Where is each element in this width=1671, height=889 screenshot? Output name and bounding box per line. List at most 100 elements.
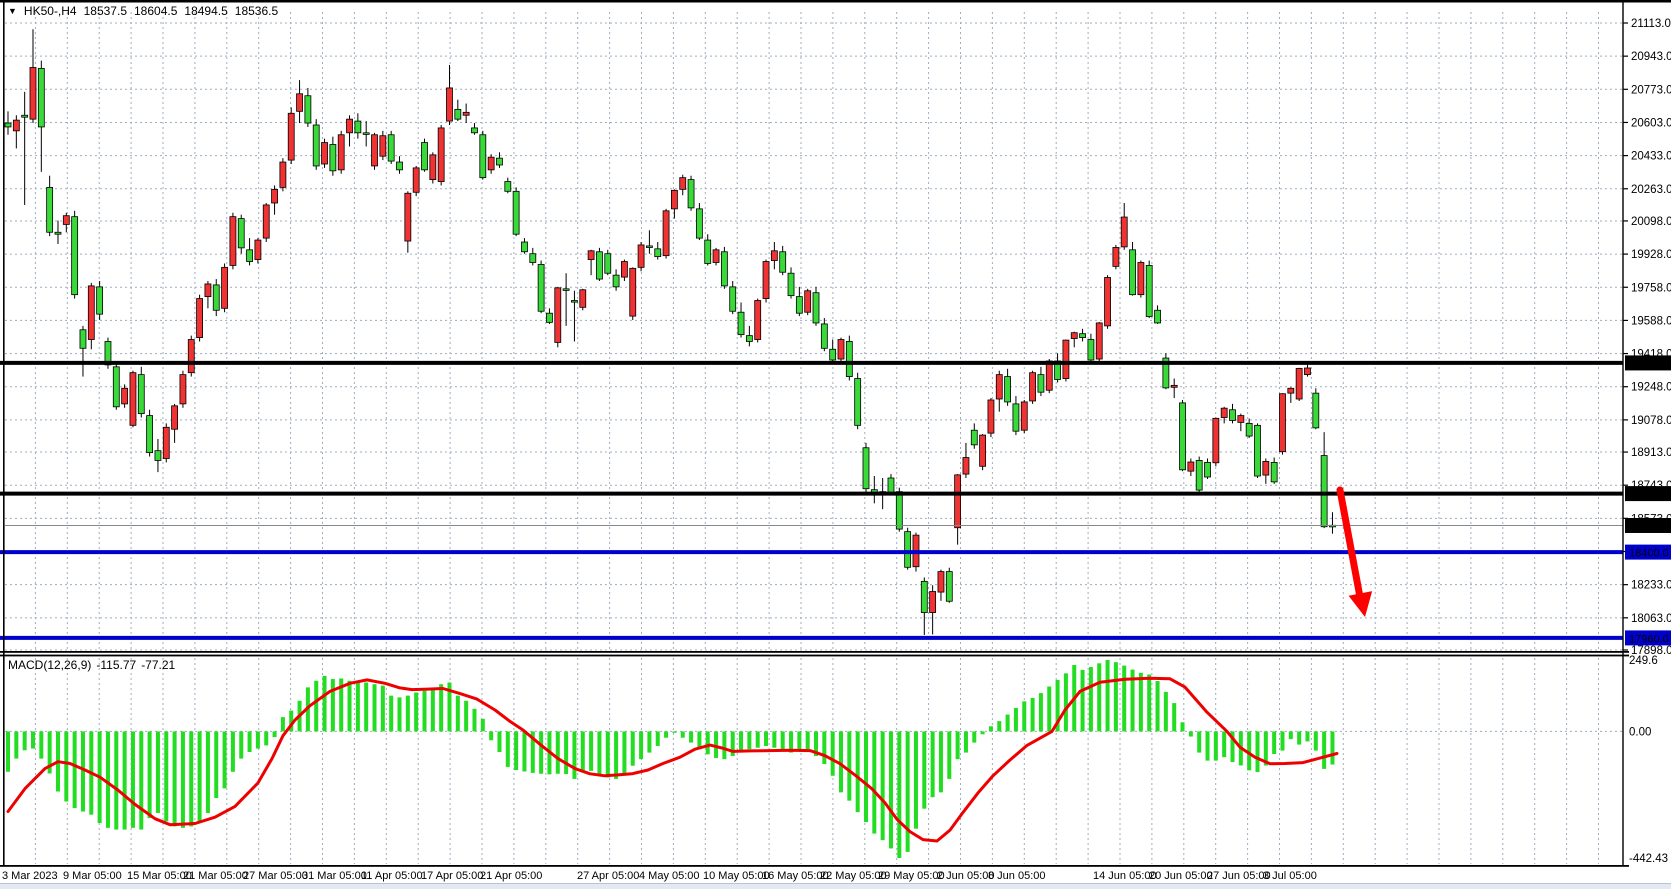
macd-bar bbox=[781, 731, 785, 749]
price-tick-label: 18063.0 bbox=[1631, 613, 1671, 625]
macd-bar bbox=[1081, 670, 1085, 732]
candle-bull bbox=[1188, 462, 1194, 471]
macd-bar bbox=[664, 731, 668, 737]
macd-bar bbox=[572, 731, 576, 778]
candle-bull bbox=[1105, 278, 1111, 326]
candle-bull bbox=[255, 240, 261, 260]
macd-bar bbox=[164, 731, 168, 821]
macd-bar bbox=[348, 681, 352, 732]
price-badge-label: 18400.0 bbox=[1629, 548, 1669, 560]
ohlc-close: 18536.5 bbox=[235, 4, 278, 18]
macd-value: -115.77 bbox=[96, 658, 136, 672]
macd-bar bbox=[214, 731, 218, 798]
candle-bear bbox=[471, 128, 477, 133]
macd-bar bbox=[331, 679, 335, 731]
macd-bar bbox=[514, 731, 518, 770]
candle-bull bbox=[13, 120, 19, 131]
candle-bear bbox=[646, 246, 652, 248]
macd-bar bbox=[964, 731, 968, 752]
candle-bull bbox=[588, 251, 594, 260]
macd-bar bbox=[406, 696, 410, 732]
macd-bar bbox=[106, 731, 110, 827]
macd-bar bbox=[139, 731, 143, 829]
date-label: 27 Jun 05:00 bbox=[1207, 870, 1271, 882]
price-tick-label: 21113.0 bbox=[1631, 18, 1671, 30]
candle-bear bbox=[1230, 410, 1236, 421]
candle-bull bbox=[163, 427, 169, 458]
candle-bear bbox=[113, 367, 119, 407]
chart-title: ▼ HK50-,H4 18537.5 18604.5 18494.5 18536… bbox=[8, 4, 278, 18]
candle-bull bbox=[188, 340, 194, 373]
macd-bar bbox=[1156, 681, 1160, 731]
macd-bar bbox=[797, 731, 801, 750]
support-resistance-lines[interactable] bbox=[0, 363, 1623, 638]
macd-bar bbox=[231, 731, 235, 771]
candle-bear bbox=[1271, 462, 1277, 482]
macd-bar bbox=[872, 731, 876, 833]
candle-bull bbox=[1221, 408, 1227, 417]
candlestick-chart-canvas[interactable]: 21113.020943.020773.020603.020433.020263… bbox=[0, 0, 1671, 889]
macd-bar bbox=[1197, 731, 1201, 752]
candle-bear bbox=[655, 249, 661, 257]
macd-bar bbox=[464, 701, 468, 732]
candle-bear bbox=[971, 430, 977, 445]
price-badge-label: 18536.5 bbox=[1629, 521, 1669, 533]
macd-bar bbox=[556, 731, 560, 773]
macd-bar bbox=[1147, 674, 1151, 731]
candle-bull bbox=[30, 67, 36, 119]
symbol-dropdown-icon[interactable]: ▼ bbox=[8, 6, 17, 16]
macd-bar bbox=[198, 731, 202, 821]
macd-bar bbox=[864, 731, 868, 822]
grid-horizontal-lines bbox=[5, 23, 1623, 731]
date-label: 29 May 05:00 bbox=[878, 870, 945, 882]
candle-bull bbox=[297, 94, 303, 112]
macd-bar bbox=[1047, 686, 1051, 731]
candle-bull bbox=[288, 113, 294, 160]
macd-bar bbox=[256, 731, 260, 748]
macd-bar bbox=[1305, 731, 1309, 741]
candle-bull bbox=[680, 178, 686, 190]
candle-bull bbox=[1213, 418, 1219, 462]
candle-bull bbox=[446, 88, 452, 121]
macd-bar bbox=[39, 731, 43, 758]
candle-bear bbox=[921, 581, 927, 612]
candle-bear bbox=[496, 158, 502, 165]
candle-bull bbox=[338, 135, 344, 170]
date-label: 4 May 05:00 bbox=[639, 870, 700, 882]
candle-bear bbox=[946, 572, 952, 602]
candle-bull bbox=[1304, 368, 1310, 375]
macd-bar bbox=[131, 731, 135, 827]
candle-bull bbox=[771, 251, 777, 261]
candle-bear bbox=[97, 287, 103, 314]
date-label: 8 Jun 05:00 bbox=[988, 870, 1046, 882]
candle-bear bbox=[55, 232, 61, 234]
ohlc-high: 18604.5 bbox=[134, 4, 177, 18]
macd-bar bbox=[906, 731, 910, 851]
candle-bull bbox=[405, 193, 411, 241]
price-tick-label: 18233.0 bbox=[1631, 580, 1671, 592]
macd-bar bbox=[739, 731, 743, 750]
price-axis-badges: 19370.018700.018400.017960.018536.5 bbox=[1625, 355, 1671, 645]
candle-bear bbox=[796, 297, 802, 314]
candle-bear bbox=[47, 187, 53, 232]
macd-bar bbox=[439, 684, 443, 731]
candle-bull bbox=[1121, 217, 1127, 247]
macd-bar bbox=[264, 731, 268, 745]
macd-bar bbox=[1114, 662, 1118, 731]
macd-bar bbox=[1106, 660, 1110, 731]
macd-signal-value: -77.21 bbox=[141, 658, 175, 672]
candle-bull bbox=[755, 301, 761, 340]
candle-bear bbox=[388, 135, 394, 161]
candle-bear bbox=[38, 68, 44, 127]
candle-bear bbox=[780, 252, 786, 272]
candle-bull bbox=[413, 168, 419, 192]
macd-bar bbox=[1031, 698, 1035, 731]
candle-bear bbox=[1313, 393, 1319, 428]
macd-bar bbox=[206, 731, 210, 813]
candle-bear bbox=[1130, 250, 1136, 295]
candle-bear bbox=[613, 275, 619, 287]
macd-bar bbox=[248, 731, 252, 752]
macd-bar bbox=[414, 693, 418, 732]
macd-bar bbox=[606, 731, 610, 777]
price-tick-label: 20098.0 bbox=[1631, 216, 1671, 228]
